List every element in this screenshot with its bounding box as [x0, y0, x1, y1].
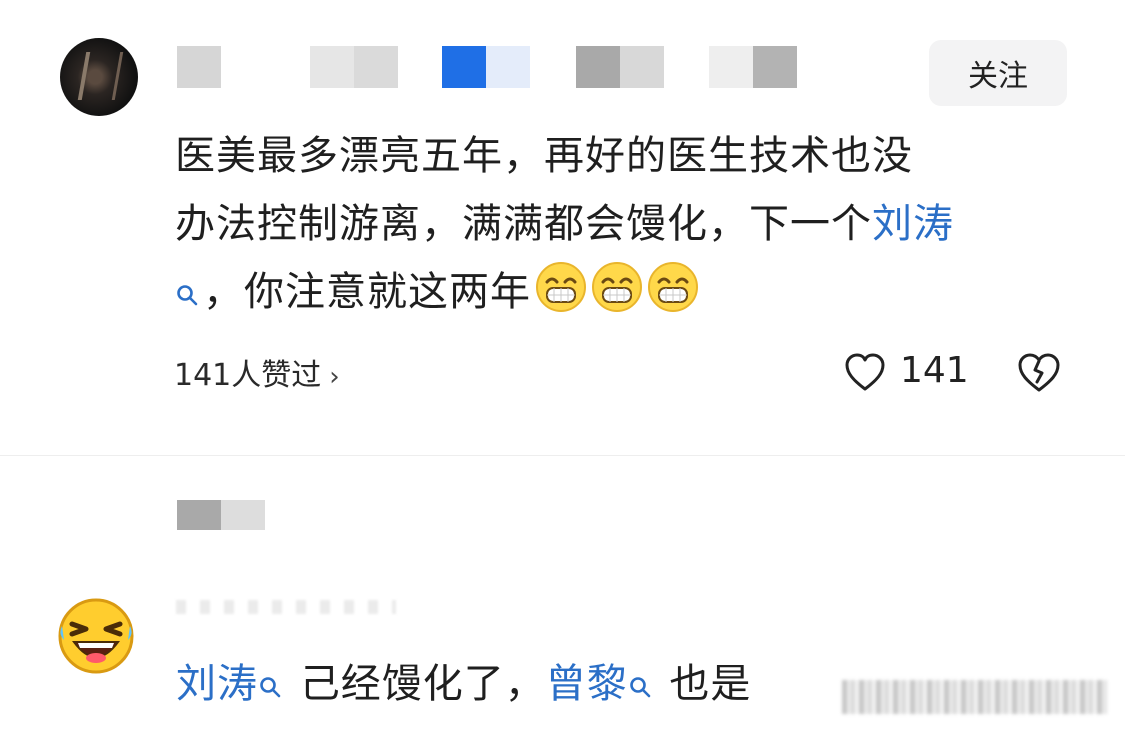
- redacted-username: [177, 46, 221, 88]
- avatar-figure: [77, 52, 124, 100]
- mention-link[interactable]: 曾黎: [546, 661, 628, 707]
- reply-text: 刘涛 己经馒化了，曾黎 也是: [176, 650, 751, 718]
- broken-heart-icon: [1018, 353, 1060, 392]
- mention-link[interactable]: 刘涛: [872, 201, 954, 247]
- redacted-block: [576, 46, 620, 88]
- likes-link[interactable]: 141人赞过 ›: [174, 350, 340, 394]
- redacted-badge: [442, 46, 486, 88]
- redacted-username: [176, 600, 396, 614]
- laughing-face-avatar[interactable]: [56, 596, 136, 676]
- reply-text-segment: 也是: [655, 661, 752, 707]
- dislike-button[interactable]: [1016, 350, 1062, 396]
- redacted-block: [310, 46, 354, 88]
- laughing-face-icon: [58, 598, 134, 674]
- comment-text-segment: 办法控制游离，满满都会馒化，下一个: [175, 201, 872, 247]
- redacted-badge: [486, 46, 530, 88]
- follow-button[interactable]: 关注: [929, 40, 1067, 106]
- redacted-block: [177, 500, 221, 530]
- redacted-block: [753, 46, 797, 88]
- blurred-watermark: [842, 680, 1107, 714]
- divider: [0, 455, 1125, 456]
- grinning-face-emoji-icon: [647, 261, 699, 313]
- redacted-block: [221, 500, 265, 530]
- comment-text-segment: ，你注意就这两年: [203, 269, 531, 315]
- redacted-block: [709, 46, 753, 88]
- like-button[interactable]: [843, 351, 887, 395]
- likes-link-label: 141人赞过: [174, 358, 322, 393]
- like-count: 141: [900, 350, 969, 391]
- redacted-block: [354, 46, 398, 88]
- search-icon[interactable]: [175, 268, 203, 306]
- grinning-face-emoji-icon: [591, 261, 643, 313]
- search-icon[interactable]: [628, 660, 656, 698]
- reply-text-segment: 己经馒化了，: [286, 661, 546, 707]
- comment-line-3: ，你注意就这两年: [175, 258, 1085, 326]
- search-icon[interactable]: [258, 660, 286, 698]
- chevron-right-icon: ›: [329, 362, 340, 392]
- user-avatar[interactable]: [60, 38, 138, 116]
- heart-icon: [845, 353, 885, 391]
- comment-line-1: 医美最多漂亮五年，再好的医生技术也没: [175, 133, 913, 179]
- comment-text: 医美最多漂亮五年，再好的医生技术也没 办法控制游离，满满都会馒化，下一个刘涛 ，…: [175, 122, 1085, 326]
- redacted-block: [620, 46, 664, 88]
- mention-link[interactable]: 刘涛: [176, 661, 258, 707]
- grinning-face-emoji-icon: [535, 261, 587, 313]
- comment-line-2: 办法控制游离，满满都会馒化，下一个刘涛: [175, 190, 1085, 258]
